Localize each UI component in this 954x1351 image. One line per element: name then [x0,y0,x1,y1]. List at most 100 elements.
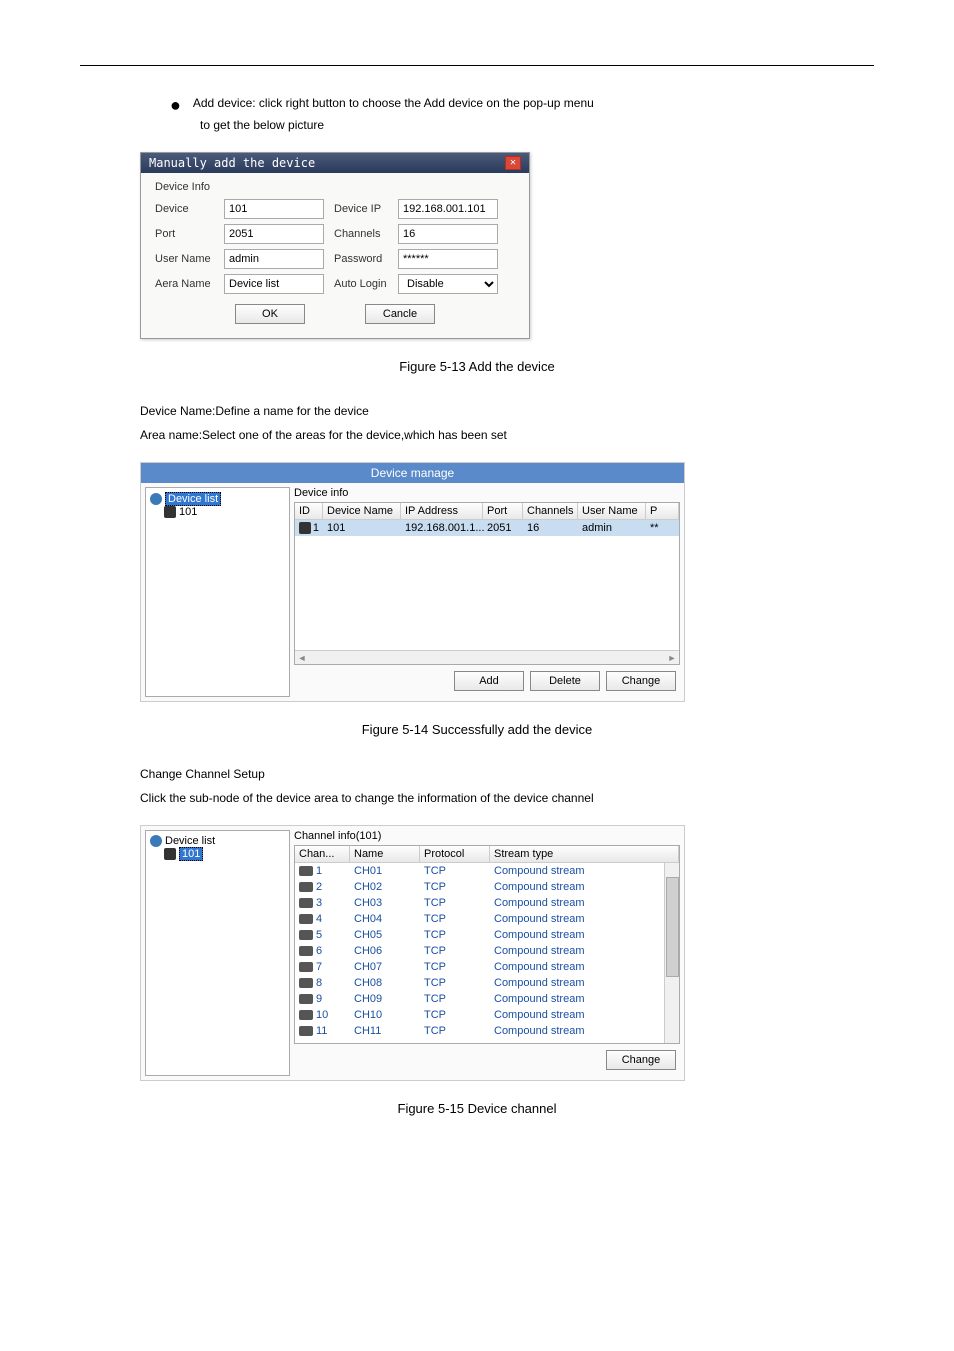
row-protocol: TCP [420,1008,490,1022]
camera-icon [299,1026,313,1036]
row-name: CH05 [350,928,420,942]
scroll-thumb[interactable] [666,877,679,977]
table-row[interactable]: 1 101 192.168.001.1... 2051 16 admin ** [295,520,679,536]
table-row[interactable]: 4CH04TCPCompound stream [295,911,679,927]
channels-label: Channels [334,228,394,240]
port-input[interactable] [224,224,324,244]
table-row[interactable]: 11 CH11TCPCompound stream [295,1023,679,1039]
table-row[interactable]: 6CH06TCPCompound stream [295,943,679,959]
change-button[interactable]: Change [606,671,676,691]
row-name: CH11 [350,1024,420,1038]
device-icon [299,522,311,534]
device-input[interactable] [224,199,324,219]
tree-child-label: 101 [179,847,203,861]
close-icon[interactable]: ✕ [505,156,521,170]
row-chan: 11 [316,1025,327,1037]
table-row[interactable]: 7CH07TCPCompound stream [295,959,679,975]
col-stream[interactable]: Stream type [490,846,679,862]
tree-child-label: 101 [179,506,197,518]
dialog-button-row: OK Cancle [155,304,515,324]
table-row[interactable]: 3CH03TCPCompound stream [295,895,679,911]
row-username: admin [578,520,646,536]
camera-icon [299,898,313,908]
device-table-body: 1 101 192.168.001.1... 2051 16 admin ** [295,520,679,650]
camera-icon [299,962,313,972]
bullet-text: Add device: click right button to choose… [193,96,594,114]
table-row[interactable]: 1CH01TCPCompound stream [295,863,679,879]
row-name: CH08 [350,976,420,990]
row-stream: Compound stream [490,864,679,878]
device-label: Device [155,203,220,215]
tree-root-label: Device list [165,492,221,506]
col-ip[interactable]: IP Address [401,503,483,519]
device-info-title: Device info [294,487,680,499]
table-row[interactable]: 10CH10TCPCompound stream [295,1007,679,1023]
col-username[interactable]: User Name [578,503,646,519]
col-device-name[interactable]: Device Name [323,503,401,519]
port-label: Port [155,228,220,240]
ok-button[interactable]: OK [235,304,305,324]
camera-icon [299,930,313,940]
col-channels[interactable]: Channels [523,503,578,519]
below-5-14-2: Click the sub-node of the device area to… [140,791,874,805]
bullet-item: ● Add device: click right button to choo… [170,96,874,132]
table-row[interactable]: 2CH02TCPCompound stream [295,879,679,895]
area-input[interactable] [224,274,324,294]
row-stream: Compound stream [490,928,679,942]
top-divider [80,65,874,66]
device-info-panel: Device info ID Device Name IP Address Po… [294,487,680,697]
form-row-username: User Name Password [155,249,515,269]
form-row-area: Aera Name Auto Login Disable [155,274,515,294]
row-chan: 2 [316,881,322,893]
device-ip-input[interactable] [398,199,498,219]
globe-icon [150,493,162,505]
tree-child-device[interactable]: 101 [164,847,285,861]
row-id: 1 [313,522,319,534]
tree-root-devicelist[interactable]: Device list [150,835,285,847]
row-chan: 5 [316,929,322,941]
device-manage-buttons: Add Delete Change [294,665,680,697]
delete-button[interactable]: Delete [530,671,600,691]
row-stream: Compound stream [490,976,679,990]
row-protocol: TCP [420,1024,490,1038]
row-protocol: TCP [420,912,490,926]
table-row[interactable]: 9CH09TCPCompound stream [295,991,679,1007]
row-stream: Compound stream [490,912,679,926]
channel-info-panel: Device list 101 Channel info(101) Chan..… [140,825,685,1081]
horizontal-scrollbar[interactable]: ◄ ► [295,650,679,664]
row-port: 2051 [483,520,523,536]
cancel-button[interactable]: Cancle [365,304,435,324]
table-row[interactable]: 8CH08TCPCompound stream [295,975,679,991]
change-button[interactable]: Change [606,1050,676,1070]
col-chan[interactable]: Chan... [295,846,350,862]
row-chan: 8 [316,977,322,989]
col-name[interactable]: Name [350,846,420,862]
col-port[interactable]: Port [483,503,523,519]
row-stream: Compound stream [490,1024,679,1038]
username-input[interactable] [224,249,324,269]
row-protocol: TCP [420,880,490,894]
tree-child-device[interactable]: 101 [164,506,285,518]
row-ip: 192.168.001.1... [401,520,483,536]
camera-icon [299,914,313,924]
bullet-continuation: to get the below picture [200,118,874,132]
camera-icon [299,994,313,1004]
col-id[interactable]: ID [295,503,323,519]
tree-root-devicelist[interactable]: Device list [150,492,285,506]
password-input[interactable] [398,249,498,269]
row-stream: Compound stream [490,960,679,974]
row-device-name: 101 [323,520,401,536]
row-chan: 9 [316,993,322,1005]
col-extra[interactable]: P [646,503,679,519]
row-protocol: TCP [420,960,490,974]
add-button[interactable]: Add [454,671,524,691]
vertical-scrollbar[interactable] [664,863,679,1043]
channels-input[interactable] [398,224,498,244]
row-name: CH07 [350,960,420,974]
col-protocol[interactable]: Protocol [420,846,490,862]
scroll-right-icon[interactable]: ► [665,653,679,663]
row-name: CH10 [350,1008,420,1022]
scroll-left-icon[interactable]: ◄ [295,653,309,663]
table-row[interactable]: 5CH05TCPCompound stream [295,927,679,943]
autologin-select[interactable]: Disable [398,274,498,294]
